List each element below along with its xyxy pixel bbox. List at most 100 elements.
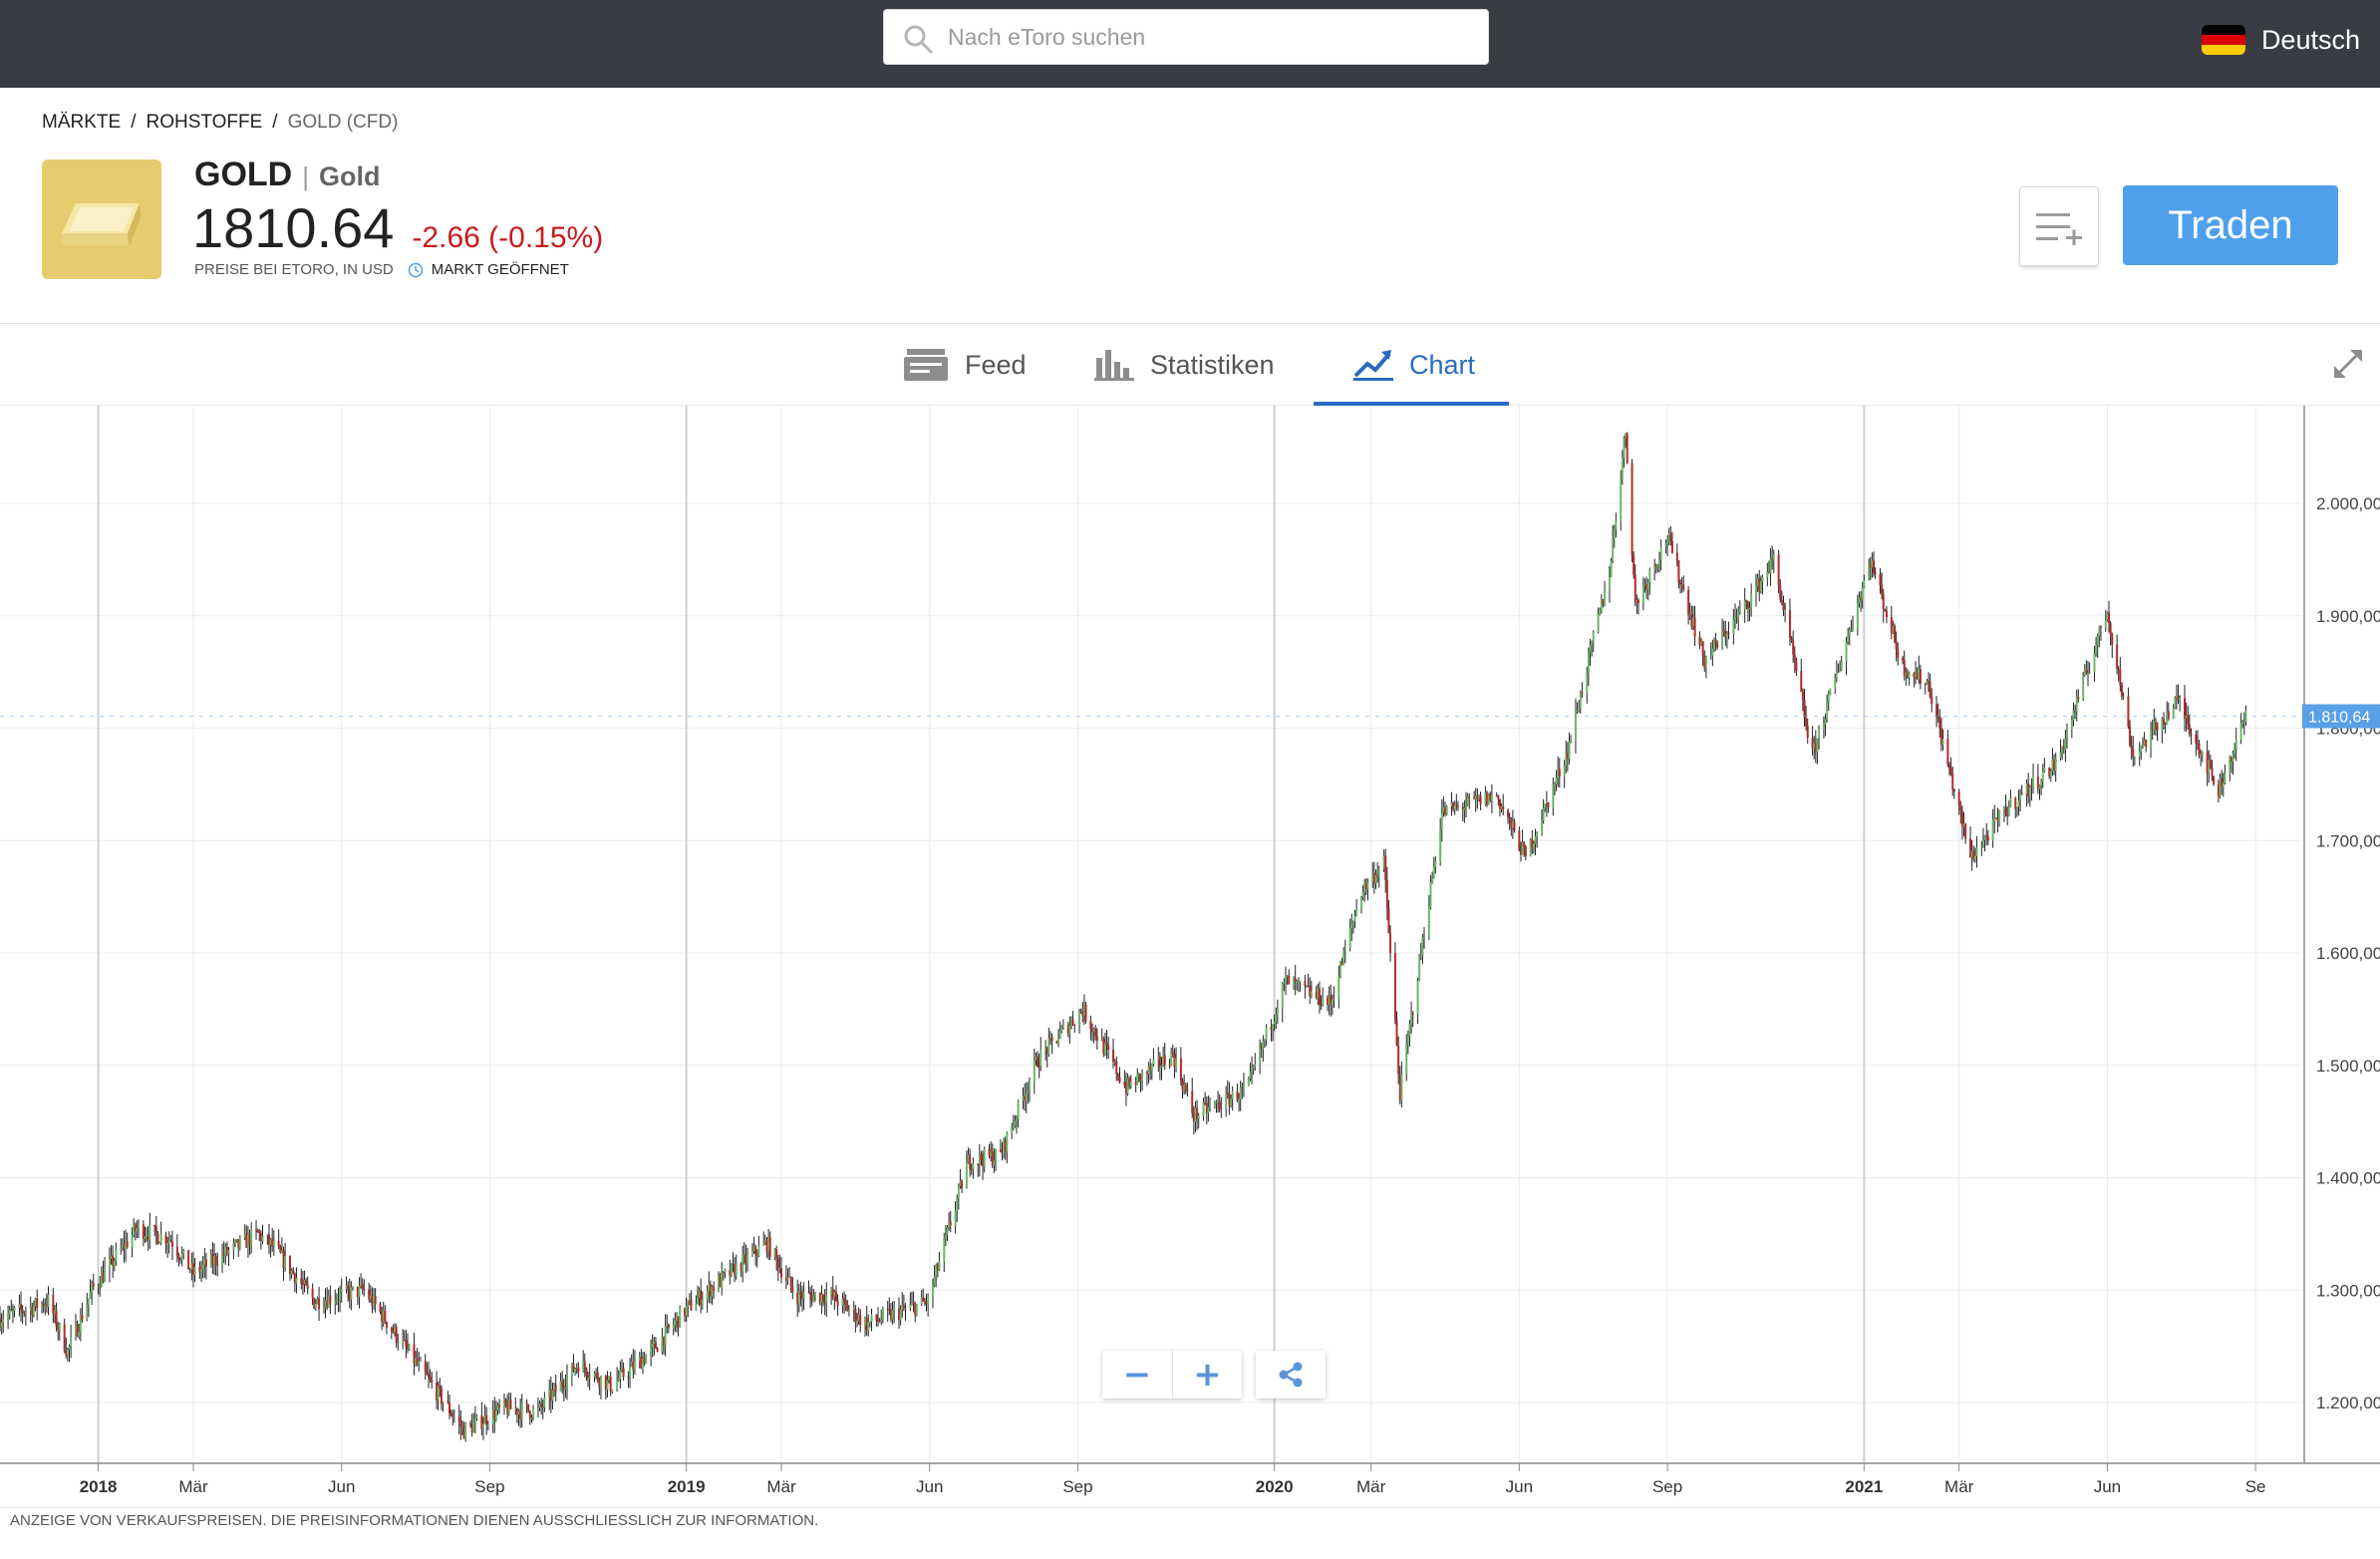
- tab-statistics[interactable]: Statistiken: [1094, 324, 1275, 406]
- candle-up: [1589, 645, 1592, 653]
- candle-up: [1541, 820, 1544, 833]
- candle-up: [1816, 738, 1819, 754]
- candle-up: [1068, 1025, 1071, 1035]
- candle-down: [780, 1268, 783, 1278]
- candle-up: [904, 1308, 907, 1310]
- candle-up: [340, 1289, 343, 1293]
- candle-up: [1361, 891, 1364, 897]
- language-selector[interactable]: Deutsch: [2201, 16, 2360, 64]
- candle-down: [1959, 805, 1962, 811]
- watchlist-button[interactable]: [2019, 186, 2099, 266]
- candle-down: [1497, 795, 1500, 799]
- x-tick-label: 2019: [668, 1477, 706, 1496]
- candle-up: [1656, 564, 1659, 568]
- candle-down: [1788, 609, 1791, 638]
- candle-down: [2190, 734, 2193, 736]
- candle-up: [1759, 581, 1762, 592]
- zoom-in-button[interactable]: +: [1172, 1351, 1242, 1399]
- candle-up: [1129, 1081, 1132, 1087]
- chart-canvas[interactable]: 1.200,00 1.300,00 1.400,00 1.500,00 1.600,00…: [0, 406, 2380, 1507]
- candle-down: [1964, 823, 1967, 839]
- tab-chart[interactable]: Chart: [1353, 324, 1475, 406]
- candle-down: [1806, 726, 1809, 739]
- candle-up: [757, 1245, 760, 1256]
- candle-down: [1385, 879, 1388, 909]
- candle-down: [1895, 641, 1898, 650]
- candle-down: [347, 1285, 350, 1291]
- candle-up: [201, 1264, 204, 1269]
- title-separator: |: [302, 161, 309, 191]
- candle-up: [180, 1253, 183, 1260]
- candle-up: [1563, 765, 1566, 777]
- candle-up: [1610, 560, 1613, 577]
- trade-button[interactable]: Traden: [2123, 185, 2338, 265]
- asset-title: GOLD | Gold: [194, 156, 380, 194]
- candle-up: [149, 1225, 151, 1240]
- candle-down: [1184, 1085, 1187, 1091]
- fullscreen-button[interactable]: [2330, 346, 2366, 387]
- candle-up: [1835, 671, 1838, 679]
- y-tick-label: 1.600,00: [2316, 944, 2380, 963]
- germany-flag-icon: [2201, 25, 2245, 55]
- candle-down: [20, 1304, 23, 1310]
- candle-down: [2127, 696, 2130, 727]
- candle-down: [311, 1288, 314, 1299]
- candle-up: [227, 1250, 230, 1254]
- candle-up: [284, 1255, 287, 1269]
- candle-down: [429, 1377, 432, 1380]
- candle-down: [1952, 788, 1955, 792]
- candle-up: [2200, 754, 2203, 756]
- share-button[interactable]: [1256, 1351, 1326, 1399]
- disclaimer: ANZEIGE VON VERKAUFSPREISEN. DIE PREISIN…: [10, 1512, 819, 1529]
- candle-down: [1679, 582, 1682, 585]
- price-chart[interactable]: 1.200,00 1.300,00 1.400,00 1.500,00 1.600,00…: [0, 406, 2380, 1507]
- candle-up: [408, 1344, 411, 1350]
- tab-feed[interactable]: Feed: [903, 324, 1027, 406]
- zoom-out-button[interactable]: −: [1102, 1351, 1172, 1399]
- y-tick-label: 1.200,00: [2316, 1394, 2380, 1412]
- breadcrumb-markets[interactable]: MÄRKTE: [42, 112, 121, 134]
- candle-down: [1727, 633, 1730, 635]
- candle-up: [1845, 641, 1848, 662]
- candle-up: [1597, 613, 1600, 633]
- candle-up: [1980, 846, 1983, 848]
- candle-down: [1073, 1024, 1076, 1026]
- candle-up: [1761, 577, 1764, 582]
- candle-down: [2187, 715, 2190, 725]
- candle-up: [1544, 803, 1547, 808]
- candle-up: [2096, 636, 2099, 646]
- candle-down: [1803, 699, 1806, 718]
- x-tick-label: Mär: [1944, 1477, 1974, 1496]
- candle-up: [2095, 645, 2098, 654]
- candle-up: [1755, 585, 1758, 595]
- candle-up: [2032, 777, 2035, 787]
- candle-down: [1795, 661, 1798, 672]
- candle-down: [768, 1237, 771, 1258]
- candle-down: [361, 1284, 364, 1290]
- candle-up: [1272, 1024, 1275, 1030]
- breadcrumb-commodities[interactable]: ROHSTOFFE: [146, 112, 262, 134]
- candle-up: [868, 1321, 871, 1323]
- candle-down: [1874, 572, 1877, 575]
- candle-up: [1721, 630, 1724, 648]
- candle-up: [2038, 785, 2041, 789]
- candle-up: [250, 1229, 253, 1246]
- candle-down: [1800, 671, 1803, 693]
- candle-down: [1112, 1049, 1115, 1063]
- search-box[interactable]: [883, 9, 1489, 65]
- candle-up: [70, 1337, 73, 1347]
- y-tick-label: 1.300,00: [2316, 1281, 2380, 1300]
- candle-up: [1445, 805, 1448, 814]
- candle-up: [1750, 594, 1753, 608]
- candle-up: [0, 1323, 3, 1328]
- candle-up: [1840, 661, 1843, 670]
- search-input[interactable]: [948, 10, 1466, 64]
- candle-down: [1524, 846, 1527, 856]
- candle-down: [169, 1240, 172, 1242]
- candle-up: [322, 1307, 325, 1310]
- candle-down: [1714, 640, 1717, 644]
- candle-up: [2019, 792, 2022, 801]
- candle-down: [485, 1414, 488, 1425]
- candle-down: [2085, 670, 2088, 674]
- candle-up: [1410, 1014, 1413, 1025]
